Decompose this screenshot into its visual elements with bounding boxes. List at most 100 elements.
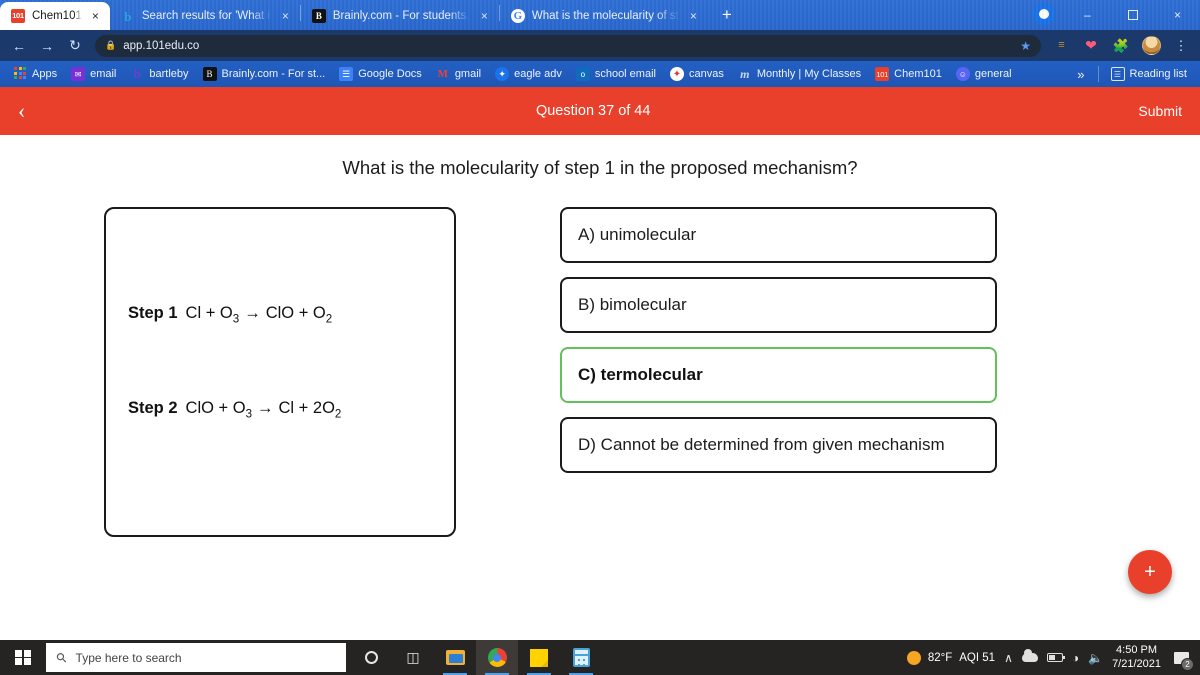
reload-icon[interactable]: ↻ — [62, 33, 88, 59]
email-icon: ✉ — [71, 67, 86, 81]
tab-google-search[interactable]: G What is the molecularity of step 1 × — [500, 2, 708, 30]
address-bar[interactable]: 🔒 app.101edu.co ★ — [95, 34, 1041, 57]
tab-strip: 101 Chem101 × b Search results for 'What… — [0, 0, 1200, 30]
chrome-icon — [487, 648, 507, 667]
notification-center-button[interactable]: 2 — [1170, 647, 1194, 671]
chrome-browser-window: 101 Chem101 × b Search results for 'What… — [0, 0, 1200, 675]
bookmark-canvas[interactable]: ✦ canvas — [663, 63, 731, 85]
tray-overflow-chevron-icon[interactable]: ∧ — [1004, 651, 1013, 665]
reading-list-icon[interactable]: ≡ — [1048, 33, 1074, 59]
forward-icon[interactable]: → — [34, 33, 60, 59]
answer-option-c[interactable]: C) termolecular — [560, 347, 997, 403]
bookmark-chem101[interactable]: 101 Chem101 — [868, 63, 949, 85]
google-icon: G — [510, 9, 525, 23]
url-text: app.101edu.co — [123, 39, 200, 52]
bookmark-brainly[interactable]: B Brainly.com - For st... — [196, 63, 333, 85]
step-reactants: Cl + O — [185, 304, 233, 322]
step-product-subscript: 2 — [325, 313, 333, 326]
tab-close-icon[interactable]: × — [687, 10, 700, 22]
heart-extension-icon[interactable]: ❤ — [1078, 33, 1104, 59]
close-window-button[interactable]: × — [1155, 0, 1200, 30]
chem101-icon: 101 — [875, 67, 890, 81]
bookmark-bartleby[interactable]: b bartleby — [123, 63, 195, 85]
tab-title: Search results for 'What is the mo — [141, 10, 272, 22]
maximize-button[interactable] — [1110, 0, 1155, 30]
bookmark-label: gmail — [454, 68, 482, 80]
tab-chem101[interactable]: 101 Chem101 × — [0, 2, 110, 30]
bookmark-email[interactable]: ✉ email — [64, 63, 123, 85]
step-products: Cl + 2O — [278, 399, 335, 417]
mechanism-step-2: Step 2 ClO + O3 → Cl + 2O2 — [128, 399, 341, 420]
chem101-icon: 101 — [11, 9, 25, 23]
back-chevron-icon[interactable]: ‹ — [18, 98, 48, 124]
mechanism-diagram: Step 1 Cl + O3 → ClO + O2 Step 2 ClO + O3 → Cl… — [104, 207, 456, 537]
back-icon[interactable]: ← — [6, 33, 32, 59]
tab-bing-search[interactable]: b Search results for 'What is the mo × — [110, 2, 300, 30]
bartleby-icon: b — [133, 66, 141, 81]
notification-count-badge: 2 — [1181, 657, 1194, 671]
extensions-puzzle-icon[interactable]: 🧩 — [1108, 33, 1134, 59]
bookmark-eagle-adv[interactable]: ✦ eagle adv — [488, 63, 569, 85]
temperature-text: 82°F — [927, 651, 953, 664]
bookmark-label: Chem101 — [894, 68, 942, 80]
step-reactant-subscript: 3 — [245, 408, 253, 421]
clock-time: 4:50 PM — [1116, 644, 1158, 657]
calculator-button[interactable] — [560, 640, 602, 675]
sticky-notes-button[interactable] — [518, 640, 560, 675]
clock[interactable]: 4:50 PM 7/21/2021 — [1112, 644, 1161, 671]
bookmark-general-discord[interactable]: ☺ general — [949, 63, 1019, 85]
tab-brainly[interactable]: B Brainly.com - For students. By stu × — [301, 2, 499, 30]
cortana-button[interactable] — [350, 640, 392, 675]
bookmark-label: school email — [594, 68, 656, 80]
tab-close-icon[interactable]: × — [279, 10, 292, 22]
quiz-header-bar: ‹ Question 37 of 44 Submit — [0, 87, 1200, 135]
battery-icon[interactable] — [1046, 653, 1065, 662]
brainly-icon: B — [311, 9, 326, 23]
wifi-icon[interactable]: ◑ — [1072, 651, 1079, 665]
answer-option-d[interactable]: D) Cannot be determined from given mecha… — [560, 417, 997, 473]
answer-option-b[interactable]: B) bimolecular — [560, 277, 997, 333]
chrome-button[interactable] — [476, 640, 518, 675]
bookmark-label: bartleby — [149, 68, 189, 80]
chrome-menu-icon[interactable]: ⋮ — [1168, 33, 1194, 59]
system-tray: 82°F AQI 51 ∧ ◑ 🔈 4:50 PM 7/21/2021 2 — [906, 644, 1200, 671]
weather-widget[interactable]: 82°F AQI 51 — [906, 650, 995, 665]
bookmark-gmail[interactable]: M gmail — [429, 63, 488, 85]
volume-icon[interactable]: 🔈 — [1088, 651, 1103, 665]
clock-date: 7/21/2021 — [1112, 657, 1161, 670]
step-product-subscript: 2 — [334, 408, 342, 421]
bookmark-monthly-my-classes[interactable]: m Monthly | My Classes — [731, 63, 868, 85]
bookmark-star-icon[interactable]: ★ — [1020, 39, 1031, 53]
avatar[interactable] — [1138, 33, 1164, 59]
taskbar-search-input[interactable]: ⚲ Type here to search — [46, 643, 346, 672]
bookmarks-overflow-icon[interactable]: » — [1069, 67, 1092, 82]
submit-button[interactable]: Submit — [1138, 103, 1182, 119]
bookmark-google-docs[interactable]: ☰ Google Docs — [332, 63, 429, 85]
minimize-button[interactable]: – — [1065, 0, 1110, 30]
answer-option-a[interactable]: A) unimolecular — [560, 207, 997, 263]
tab-close-icon[interactable]: × — [89, 10, 102, 22]
bookmarks-divider — [1097, 66, 1099, 82]
bookmark-apps[interactable]: Apps — [6, 63, 64, 85]
canvas-icon: ✦ — [669, 67, 684, 81]
bookmark-label: Google Docs — [358, 68, 422, 80]
file-explorer-button[interactable] — [434, 640, 476, 675]
outlook-icon: o — [575, 67, 590, 81]
bookmark-label: Brainly.com - For st... — [221, 68, 326, 80]
question-body: Step 1 Cl + O3 → ClO + O2 Step 2 ClO + O3 → Cl… — [0, 179, 1200, 537]
lock-icon: 🔒 — [105, 40, 117, 50]
mechanism-step-1: Step 1 Cl + O3 → ClO + O2 — [128, 304, 332, 325]
add-floating-action-button[interactable]: + — [1128, 550, 1172, 594]
start-button[interactable] — [0, 640, 46, 675]
eagle-adv-icon: ✦ — [495, 67, 510, 81]
tab-close-icon[interactable]: × — [478, 10, 491, 22]
step-products: ClO + O — [265, 304, 326, 322]
google-docs-icon: ☰ — [339, 67, 354, 81]
onedrive-icon[interactable] — [1021, 649, 1038, 662]
new-tab-button[interactable]: + — [714, 3, 740, 29]
reading-list-button[interactable]: ☰ Reading list — [1104, 63, 1194, 85]
task-view-button[interactable]: ◫ — [392, 640, 434, 675]
profile-badge-icon[interactable] — [1033, 3, 1055, 25]
question-prompt: What is the molecularity of step 1 in th… — [342, 157, 858, 178]
bookmark-school-email[interactable]: o school email — [569, 63, 663, 85]
